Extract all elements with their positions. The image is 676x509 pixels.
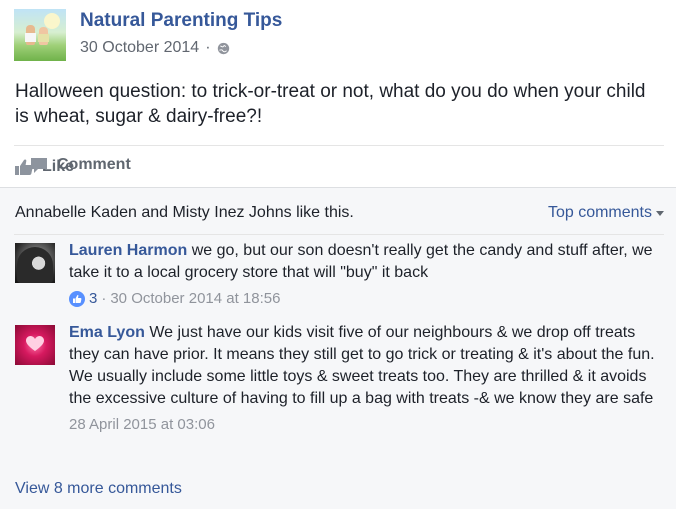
- comment-label: Comment: [57, 156, 131, 173]
- page-avatar[interactable]: [14, 9, 66, 61]
- comment-author[interactable]: Ema Lyon: [69, 324, 145, 341]
- divider: [14, 145, 664, 146]
- meta-separator: ·: [205, 39, 211, 56]
- post-meta: 30 October 2014 ·: [80, 39, 230, 57]
- post-date[interactable]: 30 October 2014: [80, 39, 199, 57]
- comment-timestamp[interactable]: 30 October 2014 at 18:56: [110, 288, 280, 310]
- caret-down-icon: [656, 210, 664, 216]
- comment-text: We just have our kids visit five of our …: [69, 324, 655, 407]
- comment-icon: [31, 158, 47, 173]
- meta-separator: ·: [101, 290, 107, 307]
- divider: [14, 234, 664, 235]
- comment-body: Ema Lyon We just have our kids visit fiv…: [69, 322, 659, 436]
- comment-meta: 28 April 2015 at 03:06: [69, 414, 659, 436]
- post-header: Natural Parenting Tips 30 October 2014 ·: [14, 9, 674, 61]
- sort-label: Top comments: [547, 204, 652, 221]
- heart-icon: [26, 336, 44, 351]
- comments-section: Annabelle Kaden and Misty Inez Johns lik…: [0, 187, 676, 509]
- action-bar: Like Comment: [14, 156, 131, 178]
- like-reaction-icon[interactable]: [69, 291, 85, 307]
- avatar[interactable]: [15, 243, 55, 283]
- top-comments-dropdown[interactable]: Top comments: [548, 204, 664, 222]
- comment-author[interactable]: Lauren Harmon: [69, 242, 187, 259]
- post-text: Halloween question: to trick-or-treat or…: [15, 81, 646, 127]
- view-more-comments-link[interactable]: View 8 more comments: [15, 480, 182, 498]
- like-count[interactable]: 3: [89, 288, 97, 310]
- comment-meta: 3 · 30 October 2014 at 18:56: [69, 288, 659, 310]
- globe-icon[interactable]: [217, 42, 230, 55]
- comment-body: Lauren Harmon we go, but our son doesn't…: [69, 240, 659, 310]
- comment-button[interactable]: Comment: [29, 156, 131, 174]
- likes-summary[interactable]: Annabelle Kaden and Misty Inez Johns lik…: [15, 204, 354, 222]
- comment-timestamp[interactable]: 28 April 2015 at 03:06: [69, 414, 215, 436]
- avatar[interactable]: [15, 325, 55, 365]
- page-name-link[interactable]: Natural Parenting Tips: [80, 10, 282, 32]
